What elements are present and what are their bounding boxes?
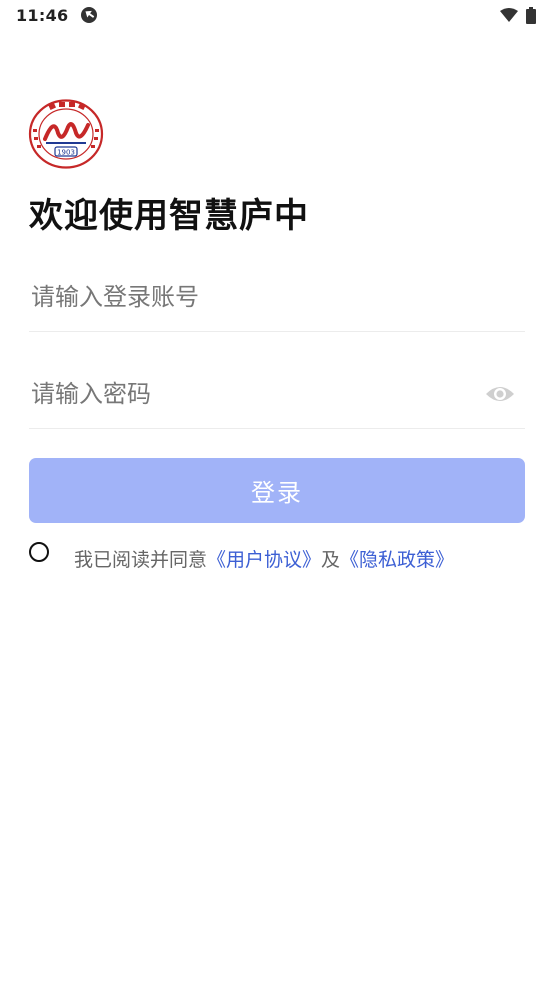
wifi-icon [500, 8, 518, 22]
password-input[interactable] [29, 379, 469, 408]
status-bar: 11:46 [0, 0, 554, 30]
agreement-radio[interactable] [29, 542, 49, 562]
agreement-prefix: 我已阅读并同意 [74, 549, 208, 571]
login-screen: 11:46 1903 欢迎使用智慧庐中 请输入登录账号 登录 我已阅读并同意《用… [0, 0, 554, 986]
status-right [500, 6, 536, 24]
eye-icon[interactable] [485, 383, 515, 405]
login-button[interactable]: 登录 [29, 458, 525, 523]
school-logo: 1903 [28, 99, 104, 169]
account-field-row [29, 262, 525, 332]
password-field-row [29, 359, 525, 429]
sync-icon [80, 6, 98, 24]
battery-icon [526, 6, 536, 24]
status-left: 11:46 [16, 6, 98, 25]
agreement-text: 我已阅读并同意《用户协议》及《隐私政策》 [74, 545, 454, 572]
logo-year: 1903 [57, 149, 75, 157]
account-input[interactable] [29, 282, 469, 311]
privacy-policy-link[interactable]: 《隐私政策》 [340, 549, 454, 571]
status-time: 11:46 [16, 5, 69, 25]
agreement-conjunction: 及 [321, 549, 341, 571]
welcome-title: 欢迎使用智慧庐中 [29, 196, 309, 236]
user-agreement-link[interactable]: 《用户协议》 [207, 549, 321, 571]
